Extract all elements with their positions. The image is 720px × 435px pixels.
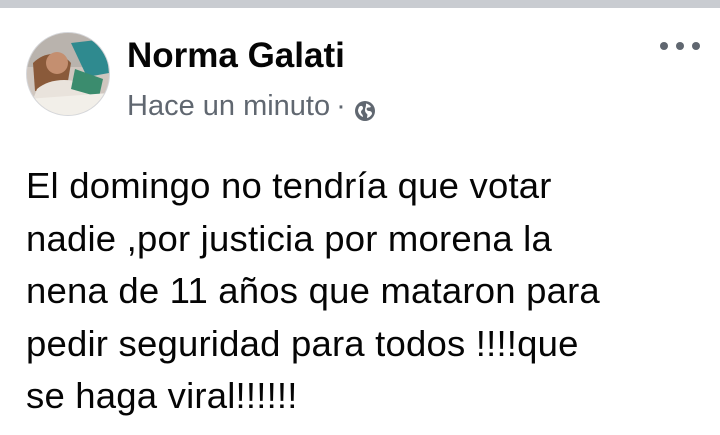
avatar-photo (27, 33, 109, 115)
post-text-line: nadie ,por justicia por morena la (26, 217, 552, 259)
meta-separator: · (336, 90, 346, 122)
post-text: El domingo no tendría que votar nadie ,p… (26, 160, 706, 423)
avatar[interactable] (26, 32, 110, 116)
post-meta: Hace un minuto · (127, 90, 376, 123)
post-text-line: nena de 11 años que mataron para (26, 270, 600, 311)
author-name[interactable]: Norma Galati (127, 36, 345, 76)
globe-icon (354, 97, 376, 121)
post-text-line: se haga viral!!!!!! (26, 375, 298, 416)
more-dot (660, 42, 668, 50)
timestamp[interactable]: Hace un minuto (127, 90, 330, 123)
post-text-line: pedir seguridad para todos !!!!que (26, 322, 579, 364)
more-dot (676, 42, 684, 50)
post-text-line: El domingo no tendría que votar (26, 165, 552, 206)
top-divider-strip (0, 0, 720, 8)
more-options-icon[interactable] (660, 38, 700, 54)
more-dot (692, 42, 700, 50)
